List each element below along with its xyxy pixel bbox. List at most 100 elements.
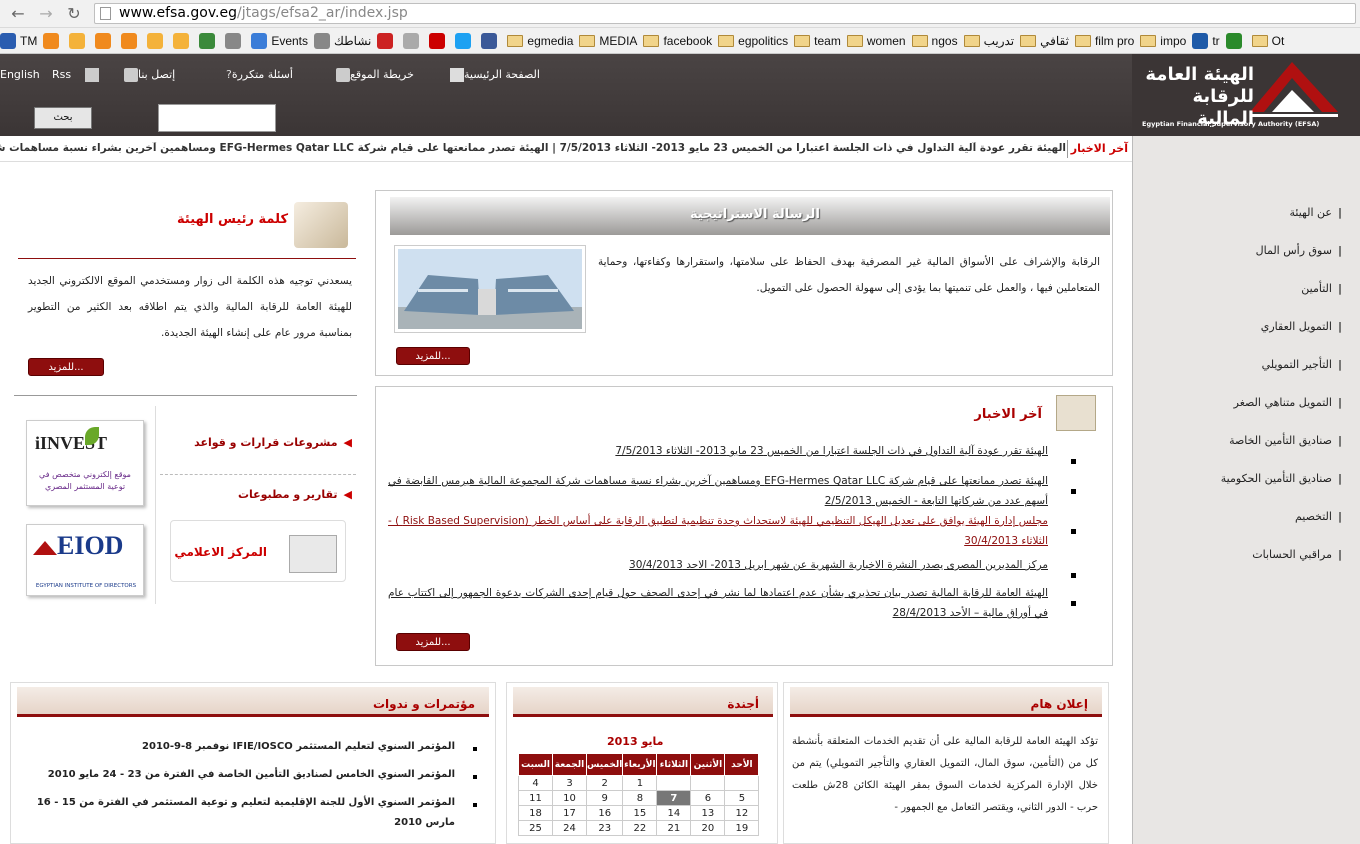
calendar-day[interactable]: 24 — [552, 820, 587, 836]
calendar-day[interactable]: 13 — [690, 805, 726, 821]
calendar-day[interactable]: 22 — [622, 820, 658, 836]
bookmark-item[interactable] — [225, 28, 245, 53]
search-input[interactable] — [158, 104, 276, 132]
conference-item-link[interactable]: المؤتمر السنوي لتعليم المستثمر IFIE/IOSC… — [5, 737, 455, 757]
bookmark-item[interactable] — [173, 28, 193, 53]
calendar-day[interactable]: 7 — [656, 790, 692, 806]
home-link[interactable]: الصفحة الرئيسية — [444, 68, 540, 82]
media-center-button[interactable]: المركز الاعلامي — [170, 520, 346, 582]
english-link[interactable]: English — [0, 68, 40, 81]
ticker-text[interactable]: الهيئة تقرر عودة آلية التداول في ذات الج… — [0, 142, 1066, 154]
bookmark-item[interactable]: نشاطك — [314, 28, 371, 53]
bookmark-item[interactable]: tr — [1192, 28, 1220, 53]
url-path: /jtags/efsa2_ar/index.jsp — [236, 5, 408, 21]
calendar-day[interactable]: 10 — [552, 790, 587, 806]
search-button[interactable]: بحث — [34, 107, 92, 129]
bookmark-item[interactable] — [199, 28, 219, 53]
bookmark-item[interactable] — [147, 28, 167, 53]
conference-item-link[interactable]: المؤتمر السنوي الأول للجنة الإقليمية لتع… — [5, 793, 455, 833]
chairman-more-button[interactable]: للمزيد... — [28, 358, 104, 376]
rss-link[interactable]: Rss — [52, 68, 100, 82]
news-more-button[interactable]: للمزيد... — [396, 633, 470, 651]
sidebar-item[interactable]: صناديق التأمين الحكومية — [1221, 472, 1342, 485]
calendar-day[interactable]: 1 — [622, 775, 658, 791]
bookmark-item[interactable] — [121, 28, 141, 53]
contact-link[interactable]: إتصل بنا — [118, 68, 175, 82]
faq-link-label: أسئلة متكررة — [231, 68, 293, 81]
calendar-day[interactable]: 8 — [622, 790, 658, 806]
sidebar-item[interactable]: مراقبي الحسابات — [1252, 548, 1342, 561]
bookmark-item[interactable]: women — [846, 28, 906, 53]
calendar-day[interactable]: 23 — [585, 820, 624, 836]
address-bar[interactable]: www.efsa.gov.eg/jtags/efsa2_ar/index.jsp — [94, 3, 1356, 24]
eiod-banner[interactable]: EIOD EGYPTIAN INSTITUTE OF DIRECTORS — [26, 524, 144, 596]
bookmark-item[interactable] — [43, 28, 63, 53]
folder-icon — [911, 35, 928, 47]
sidebar-item[interactable]: صناديق التأمين الخاصة — [1229, 434, 1342, 447]
calendar-day[interactable]: 15 — [622, 805, 658, 821]
bookmark-item[interactable] — [481, 28, 501, 53]
sidebar-item[interactable]: سوق رأس المال — [1256, 244, 1342, 257]
calendar-day[interactable]: 5 — [724, 790, 760, 806]
calendar-day[interactable]: 16 — [585, 805, 624, 821]
drafts-link[interactable]: ◀ مشروعات قرارات و قواعد — [194, 436, 352, 449]
conference-item-link[interactable]: المؤتمر السنوي الخامس لصناديق التأمين ال… — [5, 765, 455, 785]
calendar-day[interactable]: 2 — [585, 775, 624, 791]
bookmark-item[interactable] — [455, 28, 475, 53]
bookmark-item[interactable] — [1225, 28, 1246, 53]
calendar-day[interactable]: 14 — [656, 805, 692, 821]
bookmark-item[interactable] — [429, 28, 449, 53]
bookmark-item[interactable] — [95, 28, 115, 53]
sidebar-item[interactable]: التمويل العقاري — [1261, 320, 1342, 333]
calendar-day[interactable]: 19 — [724, 820, 760, 836]
reports-link[interactable]: ◀ تقارير و مطبوعات — [238, 488, 352, 501]
strategy-more-button[interactable]: للمزيد... — [396, 347, 470, 365]
calendar-day[interactable]: 25 — [518, 820, 553, 836]
sidebar-item[interactable]: التخصيم — [1295, 510, 1342, 523]
calendar-day[interactable]: 3 — [552, 775, 587, 791]
calendar-day[interactable]: 11 — [518, 790, 553, 806]
bookmark-item[interactable]: Events — [251, 28, 308, 53]
bookmark-item[interactable]: تدريب — [963, 28, 1014, 53]
calendar-day[interactable]: 21 — [656, 820, 692, 836]
bookmark-item[interactable]: ثقافي — [1020, 28, 1069, 53]
bookmark-item[interactable]: MEDIA — [579, 28, 637, 53]
bookmark-item[interactable]: film pro — [1074, 28, 1134, 53]
efsa-logo[interactable]: الهيئة العامة للرقابة المالية Egyptian F… — [1132, 54, 1360, 136]
sidebar-item[interactable]: عن الهيئة — [1290, 206, 1342, 219]
bookmark-item[interactable]: Ot — [1251, 28, 1284, 53]
bookmark-item[interactable] — [377, 28, 397, 53]
bookmark-item[interactable] — [403, 28, 423, 53]
calendar-day[interactable]: 18 — [518, 805, 553, 821]
calendar-day[interactable]: 9 — [585, 790, 624, 806]
bullet-icon — [1071, 573, 1076, 578]
bookmark-item[interactable]: TM — [0, 28, 37, 53]
bookmark-item[interactable]: ngos — [911, 28, 958, 53]
sitemap-link[interactable]: خريطة الموقع — [330, 68, 414, 82]
news-item-link[interactable]: مجلس إدارة الهيئة يوافق على تعديل الهيكل… — [388, 511, 1048, 551]
news-item-link[interactable]: الهيئة العامة للرقابة المالية تصدر بيان … — [388, 583, 1048, 623]
invest-banner[interactable]: iINVEST موقع إلكتروني متخصص في توعية الم… — [26, 420, 144, 506]
forward-icon[interactable]: → — [36, 4, 56, 24]
bookmark-item[interactable]: impo — [1140, 28, 1186, 53]
calendar-day[interactable]: 17 — [552, 805, 587, 821]
bookmark-item[interactable]: egmedia — [507, 28, 573, 53]
sidebar-item[interactable]: التأمين — [1301, 282, 1342, 295]
bookmark-item[interactable]: facebook — [643, 28, 712, 53]
faq-link[interactable]: أسئلة متكررة? — [216, 68, 293, 81]
news-item-link[interactable]: الهيئة تقرر عودة آلية التداول في ذات الج… — [388, 441, 1048, 461]
sidebar-item[interactable]: التأجير التمويلي — [1262, 358, 1342, 371]
calendar-day[interactable]: 4 — [518, 775, 553, 791]
calendar-day[interactable]: 20 — [690, 820, 726, 836]
sidebar-item[interactable]: التمويل متناهي الصغر — [1234, 396, 1342, 409]
back-icon[interactable]: ← — [8, 4, 28, 24]
reload-icon[interactable]: ↻ — [64, 4, 84, 24]
calendar-day[interactable]: 12 — [724, 805, 760, 821]
calendar-day[interactable]: 6 — [690, 790, 726, 806]
bookmark-item[interactable] — [69, 28, 89, 53]
bookmark-item[interactable]: team — [794, 28, 841, 53]
feather-icon — [294, 202, 348, 248]
bookmark-item[interactable]: egpolitics — [718, 28, 788, 53]
news-item-link[interactable]: الهيئة تصدر ممانعتها على قيام شركة EFG-H… — [388, 471, 1048, 511]
news-item-link[interactable]: مركز المديرين المصرى يصدر النشرة الاخبار… — [388, 555, 1048, 575]
